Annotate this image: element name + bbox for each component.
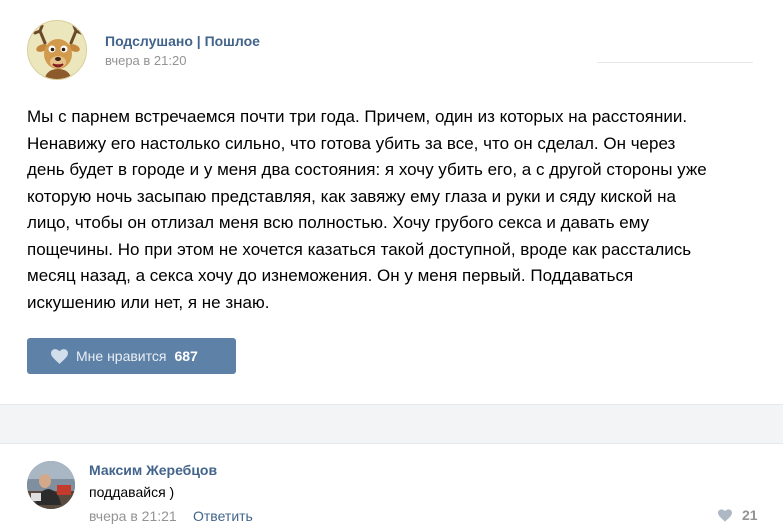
like-button[interactable]: Мне нравится 687 xyxy=(27,338,236,374)
group-avatar[interactable] xyxy=(27,20,87,80)
comment-author-link[interactable]: Максим Жеребцов xyxy=(89,462,217,478)
comment-timestamp[interactable]: вчера в 21:21 xyxy=(89,508,177,524)
group-name-link[interactable]: Подслушано | Пошлое xyxy=(105,33,260,49)
post-text-line: Ненавижу его настолько сильно, что готов… xyxy=(27,133,676,153)
post-text-line: месяц назад, а секса хочу до изнеможения… xyxy=(27,266,634,285)
post-timestamp[interactable]: вчера в 21:20 xyxy=(105,53,186,68)
post-text-line: искушению или нет, я не знаю. xyxy=(27,292,270,312)
user-photo-icon xyxy=(27,461,75,509)
post-text-line: которую ночь засыпаю представляя, как за… xyxy=(27,186,676,206)
section-separator xyxy=(0,404,783,444)
post-text-line: Мы с парнем встречаемся почти три года. … xyxy=(27,107,688,126)
heart-icon xyxy=(51,348,68,364)
comment-like-button[interactable]: 21 xyxy=(718,507,758,523)
like-label: Мне нравится xyxy=(76,348,167,364)
comment-text: поддавайся ) xyxy=(89,484,175,500)
reply-button[interactable]: Ответить xyxy=(193,508,253,524)
like-count: 687 xyxy=(174,348,198,364)
heart-icon xyxy=(718,508,732,522)
post-text-line: лицо, чтобы он отлизал меня всю полность… xyxy=(27,213,650,232)
comment-author-avatar[interactable] xyxy=(27,461,75,509)
post-text-line: день будет в городе и у меня два состоян… xyxy=(27,160,707,179)
post-text-line: пощечины. Но при этом не хочется казатьс… xyxy=(27,239,692,259)
post-text: Мы с парнем встречаемся почти три года. … xyxy=(27,104,772,316)
post-page: Подслушано | Пошлое вчера в 21:20 Мы с п… xyxy=(0,0,783,526)
comment-like-count: 21 xyxy=(742,507,758,523)
deer-avatar-icon xyxy=(28,21,86,79)
header-divider xyxy=(597,62,753,63)
